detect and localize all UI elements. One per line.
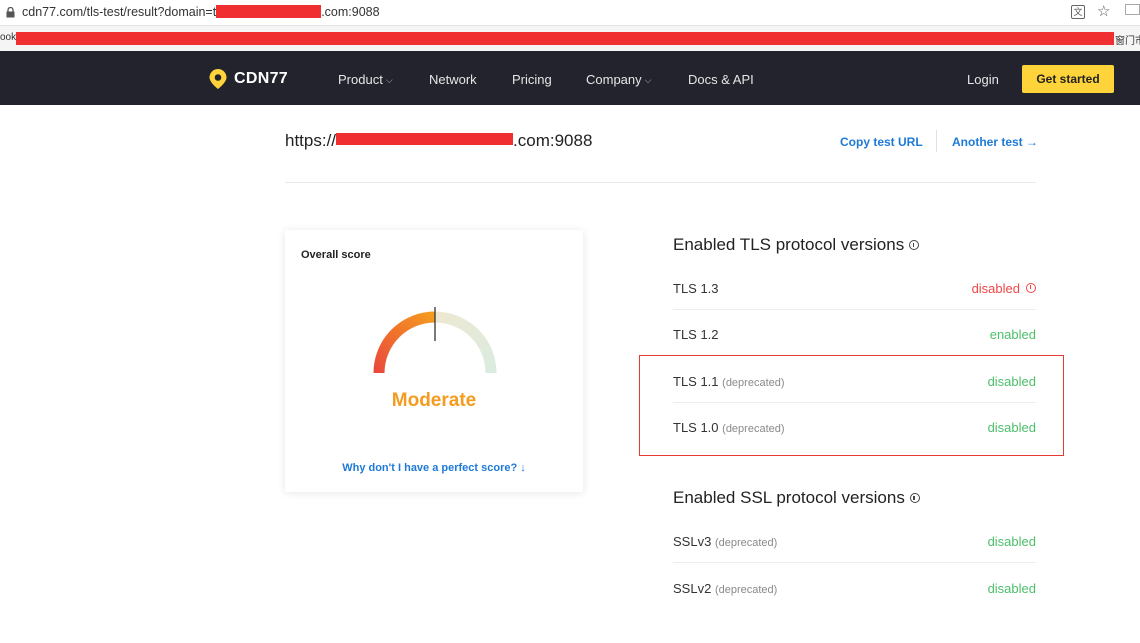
nav-pricing-label: Pricing [512,72,552,87]
nav-docs-api[interactable]: Docs & API [688,72,754,87]
login-link[interactable]: Login [967,72,999,87]
protocol-name: SSLv3 (deprecated) [673,534,778,549]
redaction [336,133,514,145]
lock-icon [6,7,15,18]
tls-title-text: Enabled TLS protocol versions [673,235,905,254]
brand-logo[interactable]: CDN77 [208,68,288,90]
another-test-link[interactable]: Another test → [952,135,1038,149]
highlight-box [639,355,1064,456]
nav-product-label: Product [338,72,383,87]
nav-network[interactable]: Network [429,72,477,87]
nav-company-label: Company [586,72,642,87]
mail-icon[interactable] [1125,4,1140,15]
overall-score-card: Overall score Moderate Why don't I have … [285,230,583,492]
url-prefix: cdn77.com/tls-test/result?domain=t [22,5,217,19]
info-icon[interactable] [909,493,920,503]
url-text[interactable]: cdn77.com/tls-test/result?domain=t .com:9… [22,5,380,19]
tls-section-title: Enabled TLS protocol versions [673,235,920,255]
protocol-status: enabled [989,327,1036,342]
site-nav: CDN77 Product ⌵ Network Pricing Company ⌵ … [0,51,1140,105]
redaction [216,5,322,18]
get-started-button[interactable]: Get started [1022,65,1114,93]
protocol-status: disabled [972,281,1036,296]
perfect-score-link[interactable]: Why don't I have a perfect score? ↓ [285,462,583,474]
domain-prefix: https:// [285,131,337,150]
bookmark-item[interactable]: 窗门市 [1115,32,1140,47]
card-title: Overall score [301,249,371,261]
gauge-fill [373,311,436,374]
nav-company[interactable]: Company ⌵ [586,72,651,87]
chevron-down-icon: ⌵ [644,75,652,85]
redaction [16,32,1114,45]
nav-pricing[interactable]: Pricing [512,72,552,87]
ssl-section-title: Enabled SSL protocol versions [673,488,920,508]
protocol-row: TLS 1.2 enabled [673,310,1036,356]
ssl-title-text: Enabled SSL protocol versions [673,488,905,507]
divider [285,182,1036,183]
warning-icon[interactable] [1026,283,1036,293]
brand-name: CDN77 [234,70,288,87]
domain-suffix: .com:9088 [513,131,593,150]
score-gauge [373,307,497,374]
protocol-row: SSLv3 (deprecated) disabled [673,517,1036,563]
protocol-row: TLS 1.3 disabled [673,264,1036,310]
url-suffix: .com:9088 [321,5,380,19]
protocol-name: TLS 1.3 [673,281,719,296]
nav-docs-label: Docs & API [688,72,754,87]
copy-test-url-link[interactable]: Copy test URL [840,135,923,149]
protocol-row: SSLv2 (deprecated) disabled [673,564,1036,610]
address-bar[interactable]: cdn77.com/tls-test/result?domain=t .com:9… [0,0,1140,26]
bookmark-star-icon[interactable]: ☆ [1097,2,1110,20]
nav-network-label: Network [429,72,477,87]
location-pin-icon [209,69,227,89]
tested-domain: https:// .com:9088 [285,131,592,151]
translate-icon[interactable]: 文 [1071,5,1085,19]
score-label: Moderate [391,390,477,411]
protocol-status: disabled [987,581,1036,596]
protocol-name: TLS 1.2 [673,327,719,342]
nav-product[interactable]: Product ⌵ [338,72,393,87]
protocol-name: SSLv2 (deprecated) [673,581,778,596]
info-icon[interactable] [909,240,920,250]
protocol-status: disabled [987,534,1036,549]
divider [936,130,937,152]
chevron-down-icon: ⌵ [385,75,393,85]
